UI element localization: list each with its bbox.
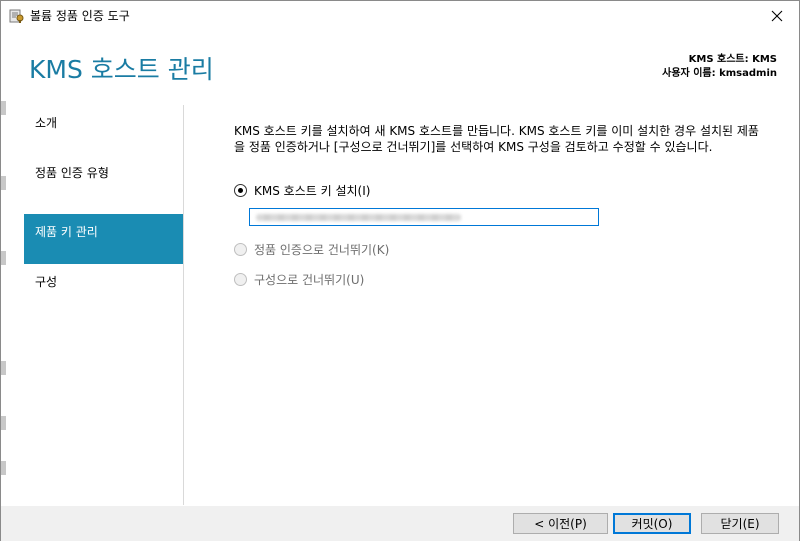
- option-install-kms-key[interactable]: KMS 호스트 키 설치(I): [234, 182, 370, 199]
- page-title: KMS 호스트 관리: [29, 55, 214, 84]
- close-dialog-button[interactable]: 닫기(E): [701, 513, 779, 534]
- host-info: KMS 호스트: KMS 사용자 이름: kmsadmin: [662, 53, 777, 81]
- skip-configuration-radio[interactable]: [234, 273, 247, 286]
- redacted-key-blur: [256, 214, 461, 221]
- window-title: 볼륨 정품 인증 도구: [30, 9, 130, 23]
- install-key-radio[interactable]: [234, 184, 247, 197]
- option-skip-to-activation[interactable]: 정품 인증으로 건너뛰기(K): [234, 241, 389, 258]
- skip-activation-label: 정품 인증으로 건너뛰기(K): [254, 243, 390, 257]
- nav-item-configuration[interactable]: 구성: [24, 264, 183, 314]
- product-key-input[interactable]: [249, 208, 599, 226]
- title-bar[interactable]: 볼륨 정품 인증 도구: [1, 1, 799, 31]
- commit-button[interactable]: 커밋(O): [613, 513, 691, 534]
- close-icon: [771, 7, 783, 26]
- left-edge-marks: [1, 31, 6, 541]
- main-content: KMS 호스트 키를 설치하여 새 KMS 호스트를 만듭니다. KMS 호스트…: [234, 123, 774, 287]
- app-window: 볼륨 정품 인증 도구 KMS 호스트 관리 KMS 호스트: KMS 사용자 …: [0, 0, 800, 541]
- back-button[interactable]: < 이전(P): [513, 513, 608, 534]
- nav-item-intro[interactable]: 소개: [24, 105, 183, 155]
- nav-divider: [183, 105, 184, 505]
- volume-activation-icon: [9, 8, 25, 24]
- user-name-label: 사용자 이름: kmsadmin: [662, 68, 777, 79]
- nav-item-product-key[interactable]: 제품 키 관리: [24, 214, 183, 264]
- skip-activation-radio[interactable]: [234, 243, 247, 256]
- close-button[interactable]: [759, 3, 795, 29]
- skip-configuration-label: 구성으로 건너뛰기(U): [254, 273, 365, 287]
- kms-host-label: KMS 호스트: KMS: [688, 54, 777, 65]
- option-skip-to-configuration[interactable]: 구성으로 건너뛰기(U): [234, 271, 364, 288]
- install-key-label: KMS 호스트 키 설치(I): [254, 184, 371, 198]
- description-text: KMS 호스트 키를 설치하여 새 KMS 호스트를 만듭니다. KMS 호스트…: [234, 124, 759, 154]
- nav-item-activation-type[interactable]: 정품 인증 유형: [24, 155, 183, 205]
- button-bar: < 이전(P) 커밋(O) 닫기(E): [1, 506, 799, 541]
